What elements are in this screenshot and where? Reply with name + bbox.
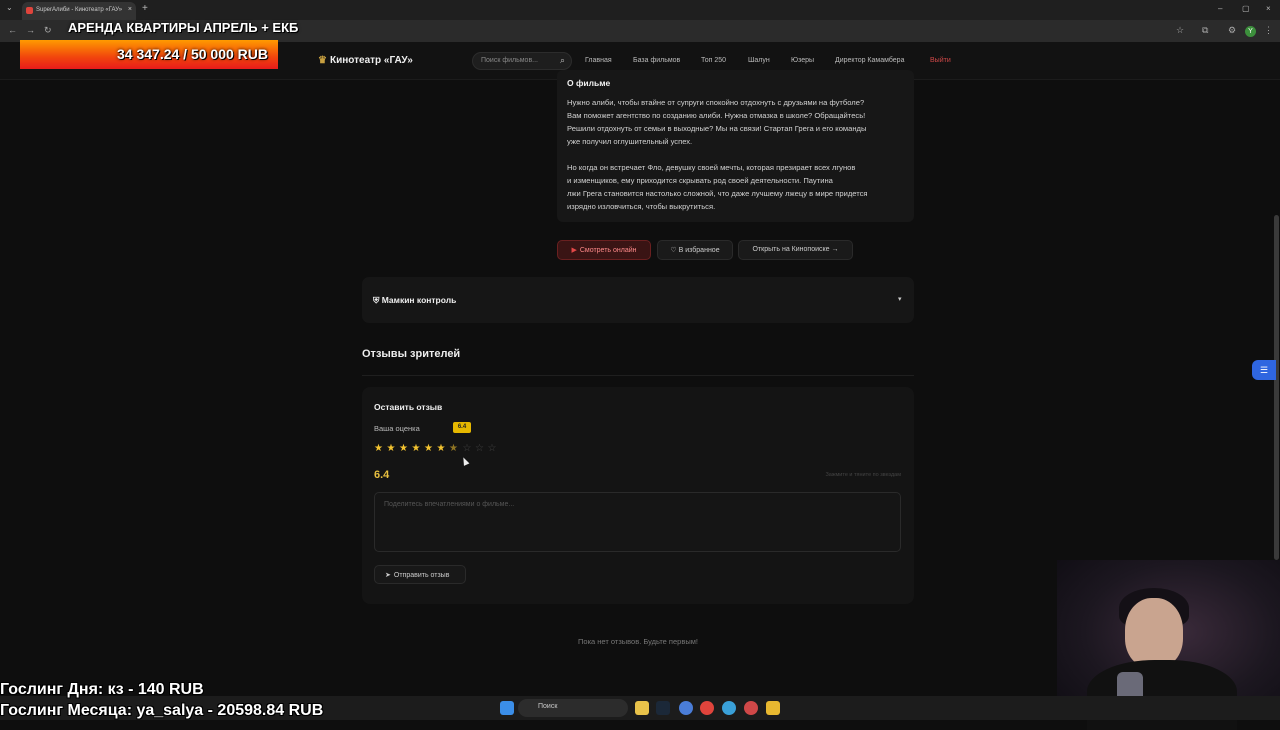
star-icon[interactable]: ★ xyxy=(387,443,396,454)
extensions-icon[interactable]: ⧉ xyxy=(1202,25,1208,36)
browser-icon[interactable] xyxy=(722,701,736,715)
rating-badge: 6.4 xyxy=(453,422,471,433)
app-icon[interactable] xyxy=(679,701,693,715)
chevron-down-icon[interactable]: ▾ xyxy=(898,295,902,303)
review-placeholder: Поделитесь впечатлениями о фильме... xyxy=(384,501,515,508)
nav-director[interactable]: Директор Камамбера xyxy=(835,57,904,64)
open-kinopoisk-button[interactable]: Открыть на Кинопоиске → xyxy=(738,240,853,260)
watch-online-button[interactable]: ▶ Смотреть онлайн xyxy=(557,240,651,260)
tab-menu-icon[interactable]: ⌄ xyxy=(6,3,13,12)
about-film-paragraph-1: Нужно алиби, чтобы втайне от супруги спо… xyxy=(567,98,867,146)
extension-icon[interactable]: ⚙ xyxy=(1228,25,1236,36)
nav-shalun[interactable]: Шалун xyxy=(748,57,770,64)
logout-link[interactable]: Выйти xyxy=(930,57,951,64)
browser-tab[interactable]: SuperАлиби - Кинотеатр «ГАУ» × xyxy=(22,2,136,20)
forward-icon[interactable]: → xyxy=(26,25,35,35)
star-icon[interactable]: ★ xyxy=(399,443,408,454)
tab-close-icon[interactable]: × xyxy=(128,6,132,13)
about-film-paragraph-2: Но когда он встречает Фло, девушку своей… xyxy=(567,163,868,211)
heart-icon: ♡ xyxy=(670,247,679,254)
search-input[interactable]: Поиск фильмов... ⌕ xyxy=(472,52,572,70)
back-icon[interactable]: ← xyxy=(8,25,17,35)
review-form-title: Оставить отзыв xyxy=(374,402,443,412)
rating-label: Ваша оценка xyxy=(374,424,420,433)
profile-avatar[interactable]: Y xyxy=(1245,26,1256,37)
donation-amount: 34 347.24 / 50 000 RUB xyxy=(117,46,268,62)
star-icon[interactable]: ☆ xyxy=(475,443,484,454)
divider xyxy=(362,375,914,376)
gosling-month: Гослинг Месяца: ya_salya - 20598.84 RUB xyxy=(0,702,324,719)
tab-favicon-icon xyxy=(26,7,33,14)
about-film-title: О фильме xyxy=(567,78,611,88)
tab-title: SuperАлиби - Кинотеатр «ГАУ» xyxy=(36,7,123,13)
reviews-heading: Отзывы зрителей xyxy=(362,348,461,360)
send-icon: ➤ xyxy=(385,572,391,579)
star-icon[interactable]: ☆ xyxy=(488,443,497,454)
parental-control-title: ⛨ Мамкин контроль xyxy=(373,295,457,305)
donation-goal-title: АРЕНДА КВАРТИРЫ АПРЕЛЬ + ЕКБ xyxy=(68,20,299,35)
nav-films[interactable]: База фильмов xyxy=(633,57,680,64)
minimize-button[interactable]: – xyxy=(1218,4,1222,13)
nav-top250[interactable]: Топ 250 xyxy=(701,57,726,64)
rating-hint: Зажмите и тяните по звездам xyxy=(825,472,901,478)
star-icon[interactable]: ★ xyxy=(449,443,458,454)
new-tab-button[interactable]: + xyxy=(142,3,148,14)
star-icon[interactable]: ☆ xyxy=(463,443,472,454)
bookmark-star-icon[interactable]: ☆ xyxy=(1176,25,1184,36)
search-icon[interactable]: ⌕ xyxy=(560,55,565,66)
star-icon[interactable]: ★ xyxy=(437,443,446,454)
browser-menu-icon[interactable]: ⋮ xyxy=(1264,25,1273,36)
chrome-icon[interactable] xyxy=(700,701,714,715)
shield-icon: ⛨ xyxy=(373,295,382,305)
browser-tab-bar xyxy=(0,0,1280,20)
windows-start-icon[interactable] xyxy=(500,701,514,715)
obs-icon[interactable] xyxy=(744,701,758,715)
submit-review-button[interactable]: ➤ Отправить отзыв xyxy=(374,565,466,584)
gosling-day: Гослинг Дня: кз - 140 RUB xyxy=(0,681,204,698)
rating-value: 6.4 xyxy=(374,469,390,481)
scrollbar[interactable] xyxy=(1274,215,1279,560)
star-icon[interactable]: ★ xyxy=(374,443,383,454)
play-icon: ▶ xyxy=(571,247,577,254)
file-explorer-icon[interactable] xyxy=(635,701,649,715)
taskbar-search[interactable]: Поиск xyxy=(518,699,628,717)
no-reviews-message: Пока нет отзывов. Будьте первым! xyxy=(578,637,698,646)
add-favorite-button[interactable]: ♡ В избранное xyxy=(657,240,733,260)
reload-icon[interactable]: ↻ xyxy=(44,25,52,36)
star-icon[interactable]: ★ xyxy=(412,443,421,454)
star-icon[interactable]: ★ xyxy=(424,443,433,454)
search-placeholder: Поиск фильмов... xyxy=(481,57,539,64)
chat-icon[interactable]: ☰ xyxy=(1252,360,1276,380)
review-textarea[interactable]: Поделитесь впечатлениями о фильме... xyxy=(374,492,901,552)
maximize-button[interactable]: ▢ xyxy=(1242,4,1250,13)
nav-users[interactable]: Юзеры xyxy=(791,57,814,64)
app-icon-2[interactable] xyxy=(766,701,780,715)
window-close-button[interactable]: × xyxy=(1266,4,1271,13)
nav-home[interactable]: Главная xyxy=(585,57,612,64)
steam-icon[interactable] xyxy=(656,701,670,715)
webcam-face xyxy=(1125,598,1183,668)
